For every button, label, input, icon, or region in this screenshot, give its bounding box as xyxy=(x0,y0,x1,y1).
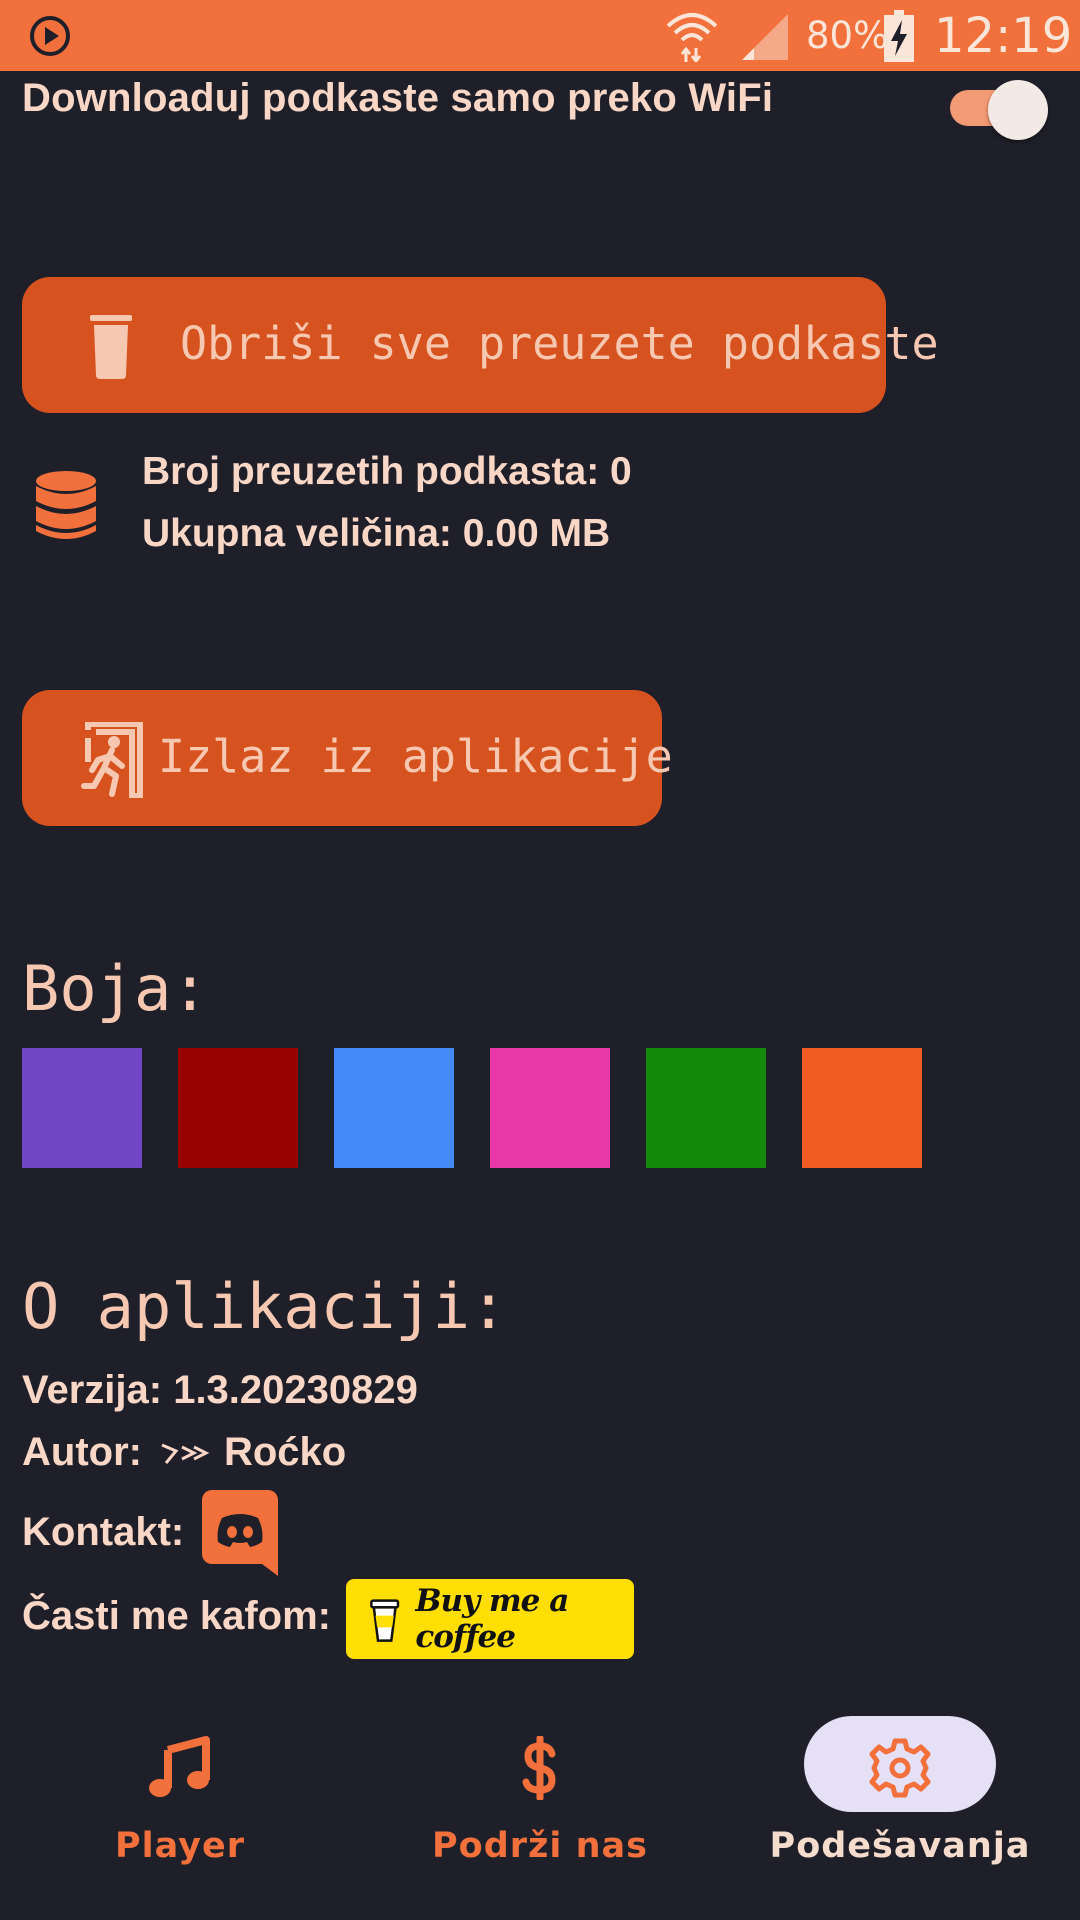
wifi-only-label: Downloaduj podkaste samo preko WiFi xyxy=(22,76,774,120)
exit-app-label: Izlaz iz aplikacije xyxy=(158,730,673,783)
exit-app-button[interactable]: Izlaz iz aplikacije xyxy=(22,690,673,826)
color-heading: Boja: xyxy=(22,952,209,1025)
exit-door-icon xyxy=(81,722,143,798)
delete-downloads-button[interactable]: Obriši sve preuzete podkaste xyxy=(22,277,939,413)
color-swatch-red[interactable] xyxy=(178,1048,298,1168)
coffee-cup-icon xyxy=(370,1599,400,1642)
database-icon xyxy=(36,471,96,539)
color-swatch-blue[interactable] xyxy=(334,1048,454,1168)
author-label: Autor: xyxy=(22,1430,142,1474)
total-size: Ukupna veličina: 0.00 MB xyxy=(142,512,611,555)
version-text: Verzija: 1.3.20230829 xyxy=(22,1368,418,1412)
contact-label: Kontakt: xyxy=(22,1510,185,1554)
author-logo-icon xyxy=(161,1443,210,1464)
wifi-only-toggle[interactable] xyxy=(950,80,1048,140)
buy-me-a-coffee-button[interactable]: Buy me a coffee xyxy=(346,1579,634,1659)
color-swatch-green[interactable] xyxy=(646,1048,766,1168)
color-swatch-pink[interactable] xyxy=(490,1048,610,1168)
dollar-icon xyxy=(522,1736,556,1800)
music-note-icon xyxy=(149,1736,210,1797)
nav-support-label: Podrži nas xyxy=(432,1826,648,1866)
nav-support[interactable]: Podrži nas xyxy=(360,1700,720,1920)
toggle-thumb xyxy=(988,80,1048,140)
buy-me-a-coffee-text: Buy me a coffee xyxy=(415,1583,569,1655)
about-heading: O aplikaciji: xyxy=(22,1270,508,1343)
bottom-navigation: Player Podrži nas Podešavanja xyxy=(0,1700,1080,1920)
author-name: Roćko xyxy=(223,1430,347,1474)
clock: 12:19 xyxy=(934,8,1073,64)
downloaded-count: Broj preuzetih podkasta: 0 xyxy=(142,450,632,493)
signal-icon xyxy=(742,14,788,60)
play-circle-icon xyxy=(30,16,70,56)
color-swatch-purple[interactable] xyxy=(22,1048,142,1168)
trash-icon xyxy=(90,315,132,379)
delete-downloads-label: Obriši sve preuzete podkaste xyxy=(180,317,939,370)
nav-settings-label: Podešavanja xyxy=(769,1826,1031,1866)
battery-charging-icon xyxy=(884,10,914,62)
nav-settings[interactable]: Podešavanja xyxy=(720,1700,1080,1920)
nav-player-label: Player xyxy=(114,1826,245,1866)
nav-player[interactable]: Player xyxy=(0,1700,360,1920)
wifi-icon xyxy=(666,13,718,62)
color-swatch-orange[interactable] xyxy=(802,1048,922,1168)
gear-icon xyxy=(869,1738,931,1798)
coffee-label: Časti me kafom: xyxy=(22,1594,331,1638)
battery-percent: 80% xyxy=(806,14,889,57)
author-row: Autor: Roćko xyxy=(22,1430,346,1475)
discord-icon[interactable] xyxy=(202,1490,278,1576)
status-bar: 80% 12:19 xyxy=(0,0,1080,71)
